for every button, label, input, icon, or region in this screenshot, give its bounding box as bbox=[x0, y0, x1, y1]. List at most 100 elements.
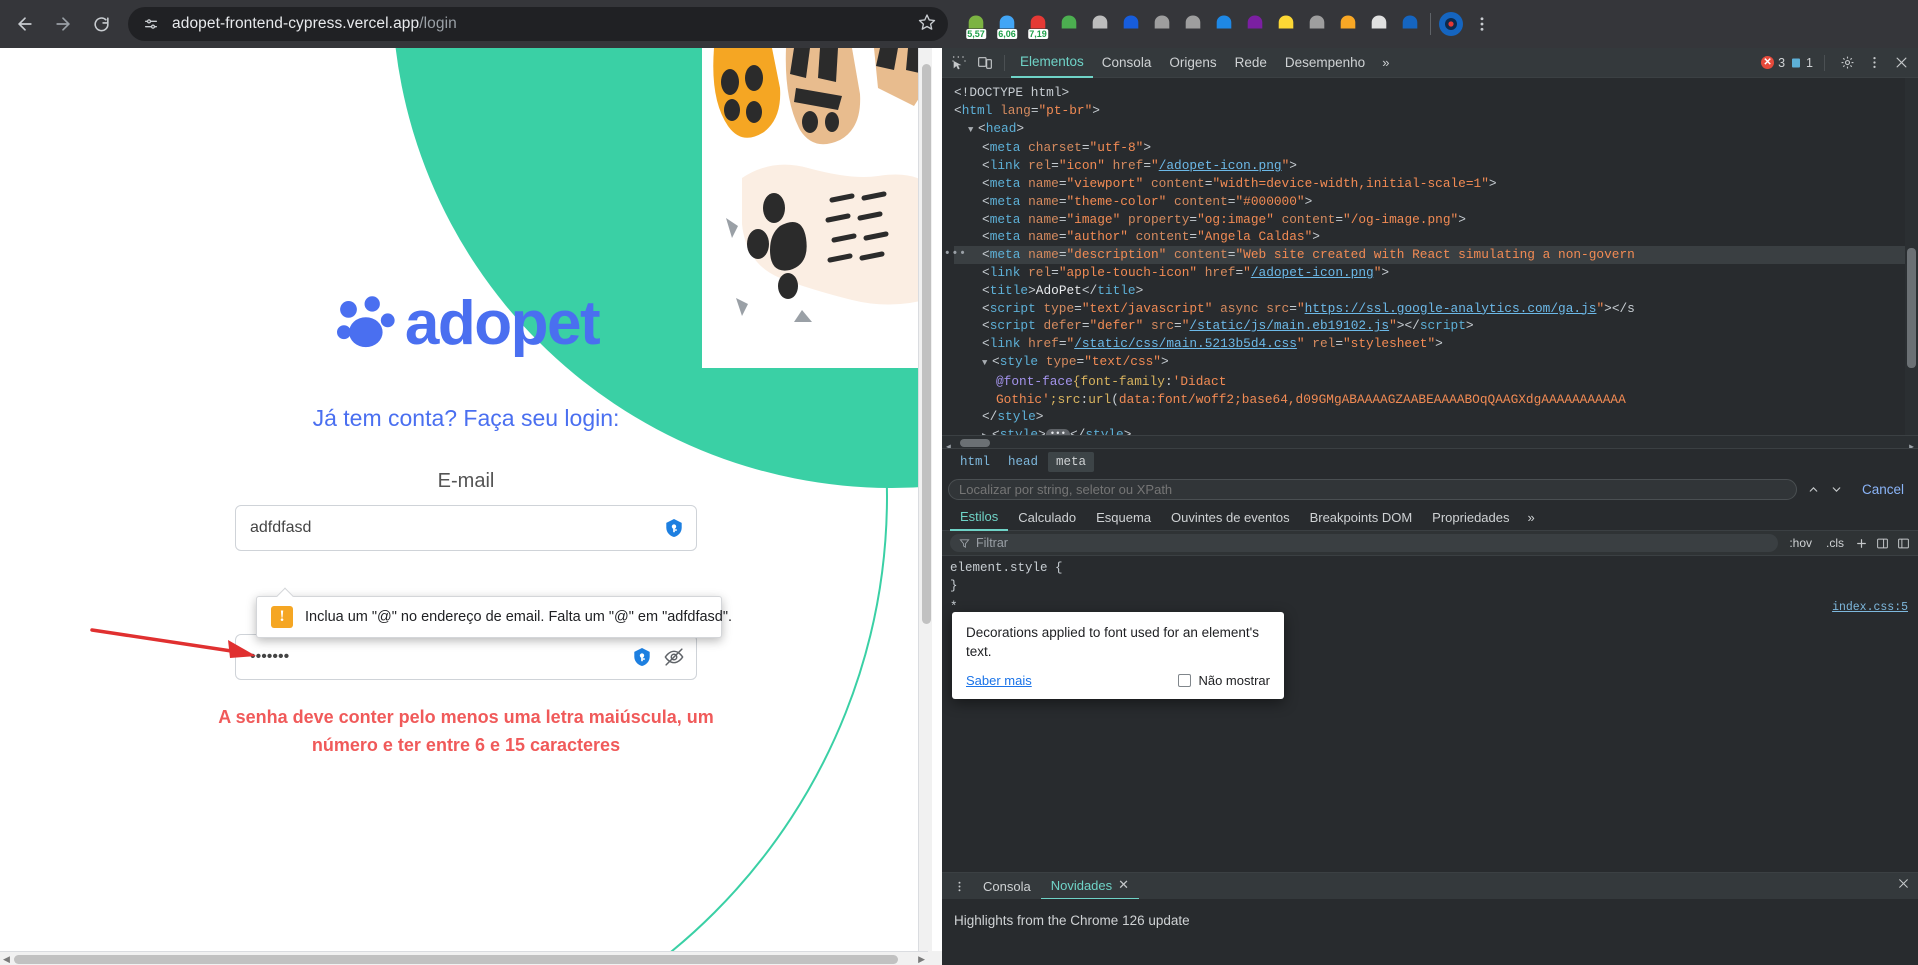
bottle-extension-icon[interactable] bbox=[1365, 10, 1393, 38]
search-next-icon[interactable] bbox=[1826, 478, 1848, 500]
search-cancel-button[interactable]: Cancel bbox=[1854, 482, 1912, 497]
s-extension-icon[interactable] bbox=[1148, 10, 1176, 38]
dom-line[interactable]: <script type="text/javascript" async src… bbox=[954, 300, 1918, 318]
dom-search-input[interactable] bbox=[948, 478, 1797, 500]
styles-tab-estilos[interactable]: Estilos bbox=[950, 504, 1009, 531]
import-extension-icon[interactable] bbox=[1210, 10, 1238, 38]
dom-line[interactable]: <meta name="author" content="Angela Cald… bbox=[954, 228, 1918, 246]
hov-button[interactable]: :hov bbox=[1786, 536, 1815, 550]
inspect-element-icon[interactable] bbox=[946, 50, 972, 76]
dom-line[interactable]: </style> bbox=[954, 408, 1918, 426]
page-vertical-scrollbar[interactable] bbox=[918, 48, 932, 951]
email-input[interactable] bbox=[235, 505, 697, 551]
dont-show-checkbox[interactable]: Não mostrar bbox=[1178, 672, 1270, 690]
forward-icon[interactable] bbox=[46, 7, 80, 41]
styles-tab-calculado[interactable]: Calculado bbox=[1008, 504, 1086, 531]
metric-blue-icon[interactable]: 6,06 bbox=[993, 10, 1021, 39]
close-icon[interactable]: ✕ bbox=[1118, 877, 1129, 893]
devtools-menu-icon[interactable] bbox=[1863, 52, 1885, 74]
chevron-down-icon[interactable]: ▼ bbox=[968, 122, 978, 140]
devtools-tab-elementos[interactable]: Elementos bbox=[1011, 48, 1093, 78]
devtools-tab-rede[interactable]: Rede bbox=[1226, 48, 1276, 78]
scroll-right-icon[interactable]: ▶ bbox=[1909, 439, 1914, 448]
metric-green-icon[interactable]: 5,57 bbox=[962, 10, 990, 39]
address-bar[interactable]: adopet-frontend-cypress.vercel.app/login bbox=[128, 7, 948, 41]
close-devtools-icon[interactable] bbox=[1890, 52, 1912, 74]
devtools-tab-consola[interactable]: Consola bbox=[1093, 48, 1161, 78]
dom-hscroll-thumb[interactable] bbox=[960, 439, 990, 447]
chevron-down-icon[interactable]: ▼ bbox=[982, 355, 992, 373]
more-style-tabs-icon[interactable]: » bbox=[1520, 510, 1543, 525]
dom-line[interactable]: <meta name="theme-color" content="#00000… bbox=[954, 193, 1918, 211]
m-extension-icon[interactable] bbox=[1086, 10, 1114, 38]
dom-horizontal-scrollbar[interactable]: ◀ ▶ bbox=[942, 435, 1918, 448]
drawer-menu-icon[interactable] bbox=[946, 880, 973, 893]
note-extension-icon[interactable] bbox=[1179, 10, 1207, 38]
scroll-left-icon[interactable]: ◀ bbox=[3, 954, 10, 965]
styles-tab-breakpoints-dom[interactable]: Breakpoints DOM bbox=[1300, 504, 1423, 531]
dom-line[interactable]: ▼ <head> bbox=[954, 120, 1918, 140]
styles-rules-pane[interactable]: element.style { } * index.css:5 padding:… bbox=[942, 556, 1918, 872]
dom-vscroll-thumb[interactable] bbox=[1907, 248, 1916, 368]
device-toolbar-icon[interactable] bbox=[972, 50, 998, 76]
styles-tab-esquema[interactable]: Esquema bbox=[1086, 504, 1161, 531]
bitwarden-extension-icon[interactable] bbox=[1117, 10, 1145, 38]
dom-line[interactable]: <link href="/static/css/main.5213b5d4.cs… bbox=[954, 335, 1918, 353]
dom-line[interactable]: <meta name="viewport" content="width=dev… bbox=[954, 175, 1918, 193]
dom-line[interactable]: <title>AdoPet</title> bbox=[954, 282, 1918, 300]
browser-menu-icon[interactable] bbox=[1465, 15, 1499, 33]
breadcrumb-item-head[interactable]: head bbox=[1000, 452, 1046, 472]
reload-icon[interactable] bbox=[84, 7, 118, 41]
style-source-link[interactable]: index.css:5 bbox=[1832, 599, 1908, 617]
site-settings-icon[interactable] bbox=[138, 11, 164, 37]
cls-button[interactable]: .cls bbox=[1823, 536, 1847, 550]
star-icon[interactable] bbox=[918, 13, 936, 36]
eye-off-icon[interactable] bbox=[663, 646, 685, 668]
dom-line[interactable]: <html lang="pt-br"> bbox=[954, 102, 1918, 120]
horizontal-scrollbar-thumb[interactable] bbox=[14, 955, 898, 964]
styles-tab-propriedades[interactable]: Propriedades bbox=[1422, 504, 1519, 531]
dom-line[interactable]: <link rel="apple-touch-icon" href="/adop… bbox=[954, 264, 1918, 282]
profile-extension-icon[interactable] bbox=[1396, 10, 1424, 38]
dom-line[interactable]: <meta charset="utf-8"> bbox=[954, 139, 1918, 157]
dom-line[interactable]: <!DOCTYPE html> bbox=[954, 84, 1918, 102]
password-input[interactable] bbox=[235, 634, 697, 680]
search-extension-icon[interactable] bbox=[1241, 10, 1269, 38]
devtools-tab-origens[interactable]: Origens bbox=[1160, 48, 1225, 78]
dom-line[interactable]: <script defer="defer" src="/static/js/ma… bbox=[954, 317, 1918, 335]
toggle-sidebar-icon[interactable] bbox=[1897, 537, 1910, 550]
password-key-icon[interactable] bbox=[663, 517, 685, 539]
vertical-scrollbar-thumb[interactable] bbox=[922, 64, 931, 624]
element-style-selector[interactable]: element.style { bbox=[950, 560, 1918, 578]
styles-filter-input[interactable]: Filtrar bbox=[950, 534, 1779, 552]
drawer-close-icon[interactable] bbox=[1889, 877, 1918, 895]
breadcrumb-item-html[interactable]: html bbox=[952, 452, 998, 472]
page-horizontal-scrollbar[interactable]: ◀ ▶ bbox=[0, 951, 928, 965]
message-count-badge[interactable]: 1 bbox=[1790, 56, 1813, 70]
back-icon[interactable] bbox=[8, 7, 42, 41]
gear-icon[interactable] bbox=[1836, 52, 1858, 74]
drawer-tab-consola[interactable]: Consola bbox=[973, 873, 1041, 900]
error-count-badge[interactable]: ✕ 3 bbox=[1761, 56, 1785, 70]
scroll-right-icon[interactable]: ▶ bbox=[918, 954, 925, 965]
dom-line[interactable]: ▼ <style type="text/css"> bbox=[954, 353, 1918, 373]
dom-line[interactable]: Gothic';src:url(data:font/woff2;base64,d… bbox=[954, 391, 1918, 409]
brand-logo[interactable]: adopet bbox=[48, 89, 199, 128]
more-tabs-icon[interactable]: » bbox=[1374, 55, 1397, 70]
password-key-icon[interactable] bbox=[631, 646, 653, 668]
money-extension-icon[interactable] bbox=[1055, 10, 1083, 38]
learn-more-link[interactable]: Saber mais bbox=[966, 672, 1032, 690]
plus-icon[interactable] bbox=[1855, 537, 1868, 550]
devtools-tab-desempenho[interactable]: Desempenho bbox=[1276, 48, 1374, 78]
dark-mode-extension-icon[interactable] bbox=[1272, 10, 1300, 38]
metric-red-icon[interactable]: 7,19 bbox=[1024, 10, 1052, 39]
dom-vertical-scrollbar[interactable] bbox=[1905, 78, 1918, 448]
profile-avatar-icon[interactable] bbox=[1437, 10, 1465, 38]
breadcrumb-item-meta[interactable]: meta bbox=[1048, 451, 1095, 472]
dom-line[interactable]: <meta name="image" property="og:image" c… bbox=[954, 211, 1918, 229]
clock-extension-icon[interactable] bbox=[1334, 10, 1362, 38]
dom-line[interactable]: ••• <meta name="description" content="Web… bbox=[944, 246, 1918, 264]
search-prev-icon[interactable] bbox=[1803, 478, 1825, 500]
code-extension-icon[interactable] bbox=[1303, 10, 1331, 38]
drawer-tab-novidades[interactable]: Novidades ✕ bbox=[1040, 873, 1140, 900]
